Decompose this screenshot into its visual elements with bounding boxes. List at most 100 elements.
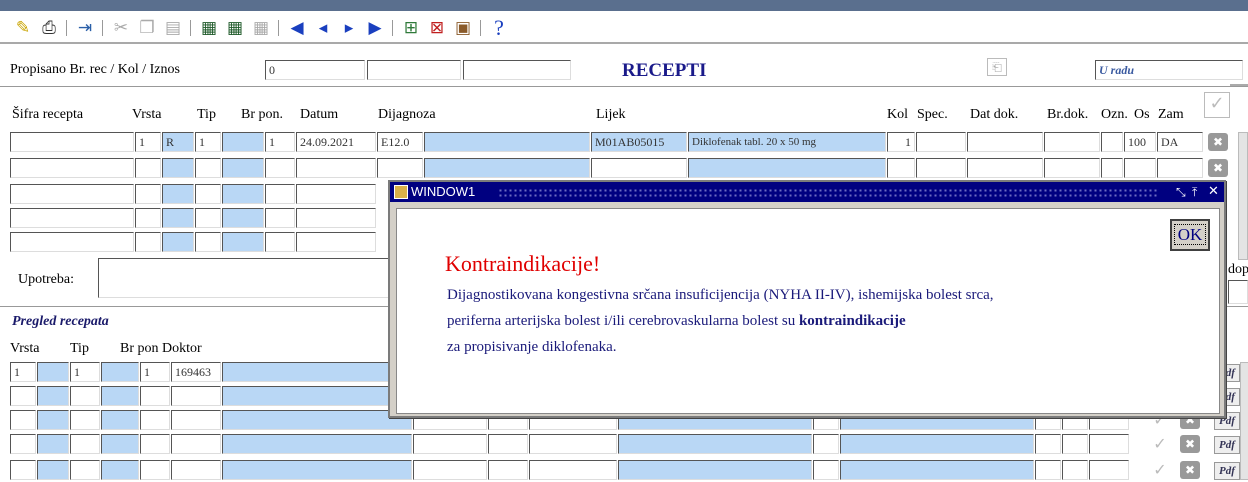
pregled-tip-field[interactable] [70,434,100,454]
extra-field[interactable] [222,132,264,152]
pregled-field[interactable] [488,460,528,480]
vrsta-field[interactable] [135,232,161,252]
pregled-lijek-field[interactable] [618,460,812,480]
sifra-field[interactable] [10,232,134,252]
dijagnoza-code-field[interactable]: E12.0 [377,132,423,152]
pregled-field[interactable] [813,460,839,480]
pregled-doktor-field[interactable] [171,460,221,480]
datum-field[interactable]: 24.09.2021 [296,132,376,152]
upotreba-field[interactable] [98,258,398,298]
ozn-field[interactable] [1101,158,1123,178]
delete-row-icon[interactable]: ✖ [1208,159,1228,177]
vrsta-field[interactable] [135,184,161,204]
pdf-button[interactable]: Pdf [1214,462,1240,480]
pregled-extra-field[interactable] [101,386,139,406]
pregled-vrsta-field[interactable] [10,386,36,406]
help-icon[interactable]: ? [488,17,510,39]
exit-icon[interactable]: ⇥ [74,17,96,39]
kol-field[interactable] [887,158,915,178]
save-icon[interactable]: ▣ [452,17,474,39]
dijagnoza-name-field[interactable] [424,158,590,178]
delete-row-icon[interactable]: ✖ [1180,461,1200,479]
query-execute-icon[interactable]: ▦ [224,17,246,39]
maximize-icon[interactable]: ⤒ [1192,182,1197,202]
query-enter-icon[interactable]: ▦ [198,17,220,39]
pregled-brpon-field[interactable] [140,386,170,406]
pregled-lijek-name-field[interactable] [840,460,1034,480]
extra-field[interactable] [222,232,264,252]
kol-field[interactable]: 1 [887,132,915,152]
first-record-icon[interactable]: ◀ [286,17,308,39]
lijek-name-field[interactable]: Diklofenak tabl. 20 x 50 mg [688,132,886,152]
pregled-doktor-field[interactable]: 169463 [171,362,221,382]
pregled-field[interactable] [813,434,839,454]
dijagnoza-name-field[interactable] [424,132,590,152]
delete-record-icon[interactable]: ⊠ [426,17,448,39]
pregled-tip-field[interactable] [70,460,100,480]
pregled-field[interactable] [1062,434,1088,454]
pregled-field[interactable] [1035,434,1061,454]
pregled-tip-field[interactable] [70,410,100,430]
pregled-doktor-name-field[interactable] [222,434,412,454]
pregled-lijek-field[interactable] [618,434,812,454]
printer-icon[interactable]: ⎙ [38,17,60,39]
previous-record-icon[interactable]: ◂ [312,17,334,39]
pregled-code-field[interactable] [37,410,69,430]
count-field[interactable]: 0 [265,60,365,80]
pregled-doktor-name-field[interactable] [222,460,412,480]
pregled-tip-field[interactable] [70,386,100,406]
dijagnoza-code-field[interactable] [377,158,423,178]
datum-field[interactable] [296,184,376,204]
quantity-field[interactable] [367,60,461,80]
pregled-lijek-name-field[interactable] [840,434,1034,454]
dat-dok-field[interactable] [967,132,1043,152]
next-record-icon[interactable]: ▸ [338,17,360,39]
dialog-titlebar[interactable]: WINDOW1 ⤡ ⤒ ✕ [390,182,1224,202]
pregled-field[interactable] [1089,460,1129,480]
minimize-icon[interactable]: ⤡ [1176,182,1186,202]
tip-code-field[interactable] [162,158,194,178]
pregled-extra-field[interactable] [101,410,139,430]
pregled-code-field[interactable] [37,434,69,454]
tip-field[interactable] [195,232,221,252]
pregled-doktor-name-field[interactable] [222,362,392,382]
delete-row-icon[interactable]: ✖ [1180,435,1200,453]
pregled-extra-field[interactable] [101,362,139,382]
tip-field[interactable] [195,184,221,204]
pregled-field[interactable] [529,460,617,480]
pregled-extra-field[interactable] [101,434,139,454]
confirm-check-icon[interactable]: ✓ [1204,92,1230,118]
recipe-scrollbar[interactable] [1238,132,1248,260]
pregled-extra-field[interactable] [101,460,139,480]
pregled-doktor-field[interactable] [171,386,221,406]
paste-icon[interactable]: ▤ [162,17,184,39]
pregled-field[interactable] [488,434,528,454]
vrsta-field[interactable] [135,208,161,228]
br-dok-field[interactable] [1044,132,1100,152]
check-icon[interactable]: ✓ [1150,434,1170,454]
pregled-vrsta-field[interactable] [10,410,36,430]
sifra-field[interactable] [10,158,134,178]
os-field[interactable]: 100 [1124,132,1156,152]
pregled-doktor-field[interactable] [171,434,221,454]
pregled-vrsta-field[interactable] [10,434,36,454]
pregled-field[interactable] [1089,434,1129,454]
tip-field[interactable] [195,158,221,178]
pregled-field[interactable] [413,434,487,454]
pregled-field[interactable] [1062,460,1088,480]
copy-icon[interactable]: ❐ [136,17,158,39]
pregled-doktor-name-field[interactable] [222,410,412,430]
extra-field[interactable] [222,184,264,204]
tip-field[interactable] [195,208,221,228]
open-folder-icon[interactable]: ✎ [12,17,34,39]
vrsta-field[interactable]: 1 [135,132,161,152]
pregled-scrollbar[interactable] [1240,362,1248,480]
close-icon[interactable]: ✕ [1208,182,1219,202]
pregled-brpon-field[interactable] [140,434,170,454]
delete-row-icon[interactable]: ✖ [1208,133,1228,151]
pregled-doktor-field[interactable] [171,410,221,430]
tip-code-field[interactable] [162,232,194,252]
br-dok-field[interactable] [1044,158,1100,178]
cut-icon[interactable]: ✂ [110,17,132,39]
datum-field[interactable] [296,232,376,252]
